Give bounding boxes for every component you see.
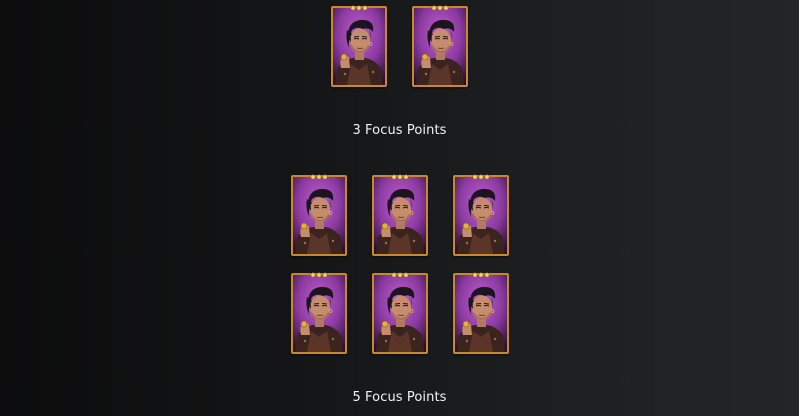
focus-card [452,174,509,256]
focus-points-caption: 5 Focus Points [352,390,447,405]
character-portrait-icon [373,275,426,352]
character-portrait-icon [454,275,507,352]
focus-card [412,5,468,87]
character-portrait-icon [292,275,345,352]
character-portrait-icon [414,8,466,85]
card-gems-icon [431,5,449,11]
card-gems-icon [309,174,328,180]
focus-points-caption: 3 Focus Points [352,123,447,138]
focus-card [331,5,387,87]
card-row [0,5,799,87]
focus-card [371,174,428,256]
card-gems-icon [390,272,409,278]
focus-card [290,272,347,354]
focus-card [452,272,509,354]
card-gems-icon [309,272,328,278]
character-portrait-icon [292,177,345,254]
card-gems-icon [471,174,490,180]
focus-card [371,272,428,354]
card-row [0,272,799,354]
focus-card [290,174,347,256]
character-portrait-icon [333,8,385,85]
card-gems-icon [350,5,368,11]
card-gems-icon [471,272,490,278]
character-portrait-icon [373,177,426,254]
character-portrait-icon [454,177,507,254]
focus-points-panel: 3 Focus Points 5 Focus Points [0,0,799,416]
card-row [0,174,799,256]
card-gems-icon [390,174,409,180]
